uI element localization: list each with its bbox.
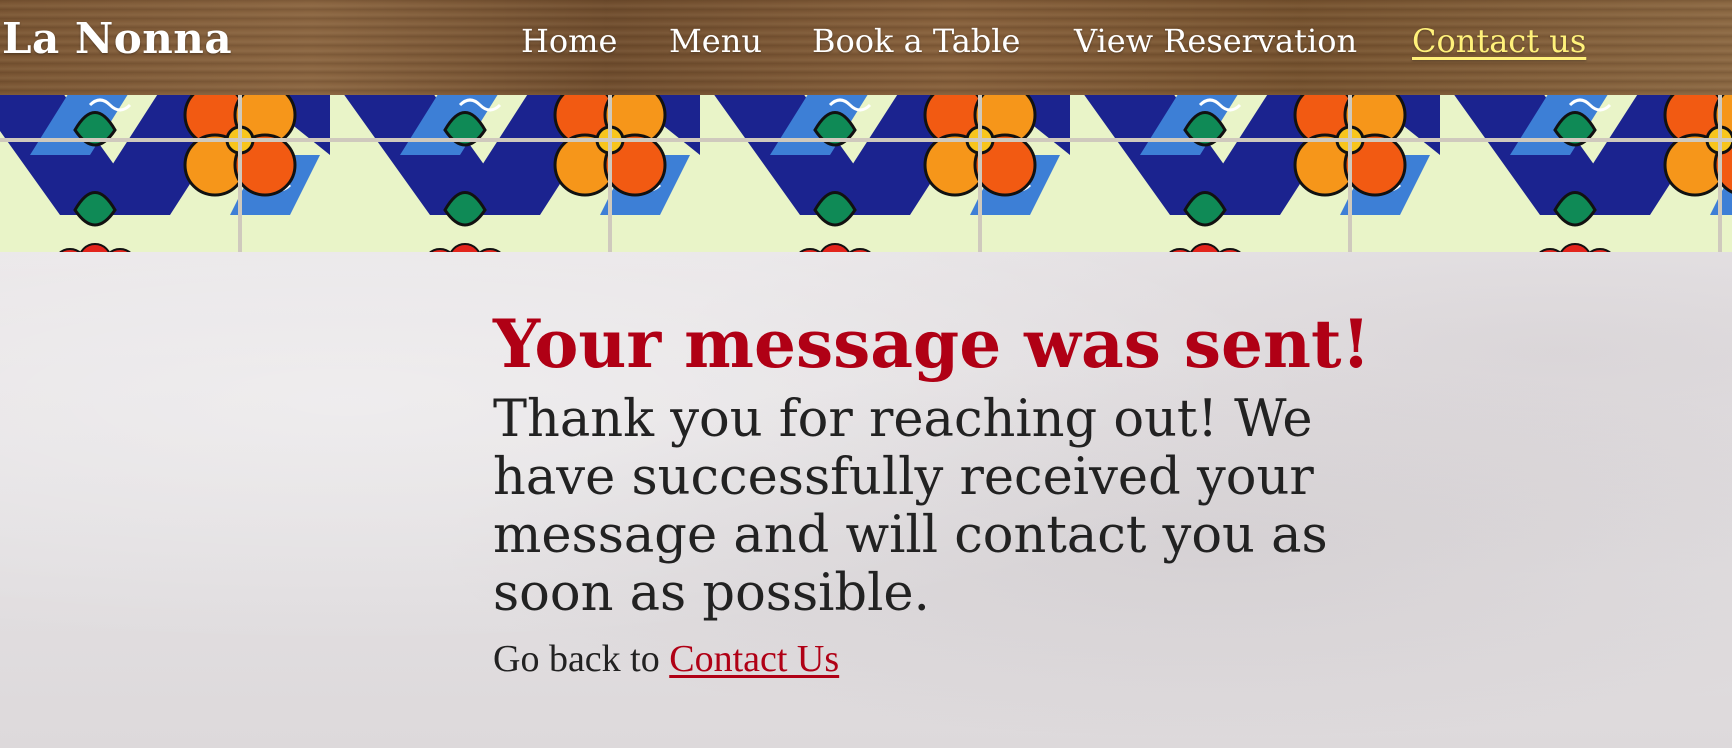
tile-banner-image [0, 95, 1732, 252]
go-back-line: Go back to Contact Us [493, 637, 1333, 681]
confirmation-message: Your message was sent! Thank you for rea… [493, 305, 1371, 681]
contact-us-link[interactable]: Contact Us [669, 638, 839, 680]
nav-link-menu[interactable]: Menu [669, 22, 762, 60]
confirmation-title: Your message was sent! [493, 305, 1371, 383]
top-navbar: La Nonna Home Menu Book a Table View Res… [0, 0, 1732, 95]
nav-links: Home Menu Book a Table View Reservation … [0, 22, 1732, 62]
nav-link-book-a-table[interactable]: Book a Table [812, 22, 1020, 60]
content-area: Your message was sent! Thank you for rea… [0, 252, 1732, 748]
nav-link-contact-us[interactable]: Contact us [1412, 22, 1586, 60]
confirmation-body: Thank you for reaching out! We have succ… [493, 389, 1328, 623]
go-back-prefix: Go back to [493, 637, 670, 680]
nav-link-view-reservation[interactable]: View Reservation [1074, 22, 1357, 60]
nav-link-home[interactable]: Home [521, 22, 617, 60]
